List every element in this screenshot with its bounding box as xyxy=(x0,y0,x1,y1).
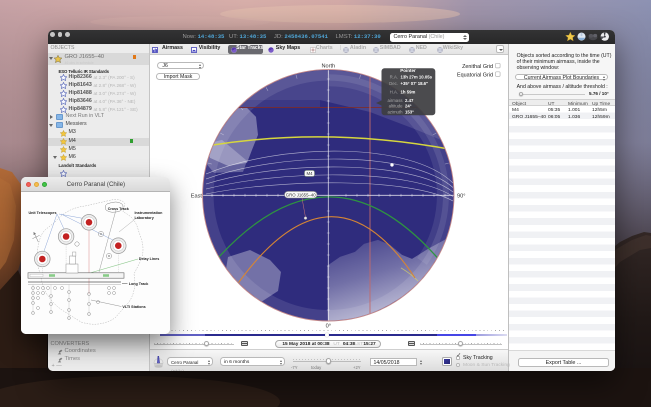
svg-text:Cross Track: Cross Track xyxy=(108,207,130,211)
svg-text:90°: 90° xyxy=(457,193,465,199)
svg-text:Dec.: Dec. xyxy=(389,81,398,86)
svg-text:azimuth: azimuth xyxy=(387,109,403,114)
svg-text:Pointer: Pointer xyxy=(400,68,416,73)
svg-text:24°: 24° xyxy=(405,104,412,109)
svg-text:R.A.: R.A. xyxy=(390,75,398,80)
svg-text:Zenithal Grid: Zenithal Grid xyxy=(462,64,493,70)
svg-text:North: North xyxy=(321,64,335,70)
svg-text:Instrumentation: Instrumentation xyxy=(135,211,164,215)
svg-text:Long Track: Long Track xyxy=(129,281,150,285)
svg-text:GRO J1655–40: GRO J1655–40 xyxy=(286,192,316,197)
svg-text:airmass: airmass xyxy=(387,98,402,103)
svg-text:153°: 153° xyxy=(405,109,414,114)
svg-text:Delay Lines: Delay Lines xyxy=(139,257,160,261)
svg-text:Laboratory: Laboratory xyxy=(135,216,155,220)
svg-text:altitude: altitude xyxy=(389,104,403,109)
svg-text:Equatorial Grid: Equatorial Grid xyxy=(457,72,493,78)
svg-text:M4: M4 xyxy=(306,171,313,176)
svg-text:H.A.: H.A. xyxy=(390,89,398,94)
svg-text:2.47: 2.47 xyxy=(405,98,414,103)
svg-text:East: East xyxy=(191,193,203,199)
svg-text:1h 59m: 1h 59m xyxy=(401,89,416,94)
svg-text:VLTI Stations: VLTI Stations xyxy=(123,304,146,308)
svg-text:+35° 07' 18.6": +35° 07' 18.6" xyxy=(401,81,429,86)
svg-text:Unit Telescopes: Unit Telescopes xyxy=(29,211,57,215)
svg-text:13h 27m 10.05s: 13h 27m 10.05s xyxy=(401,75,433,80)
